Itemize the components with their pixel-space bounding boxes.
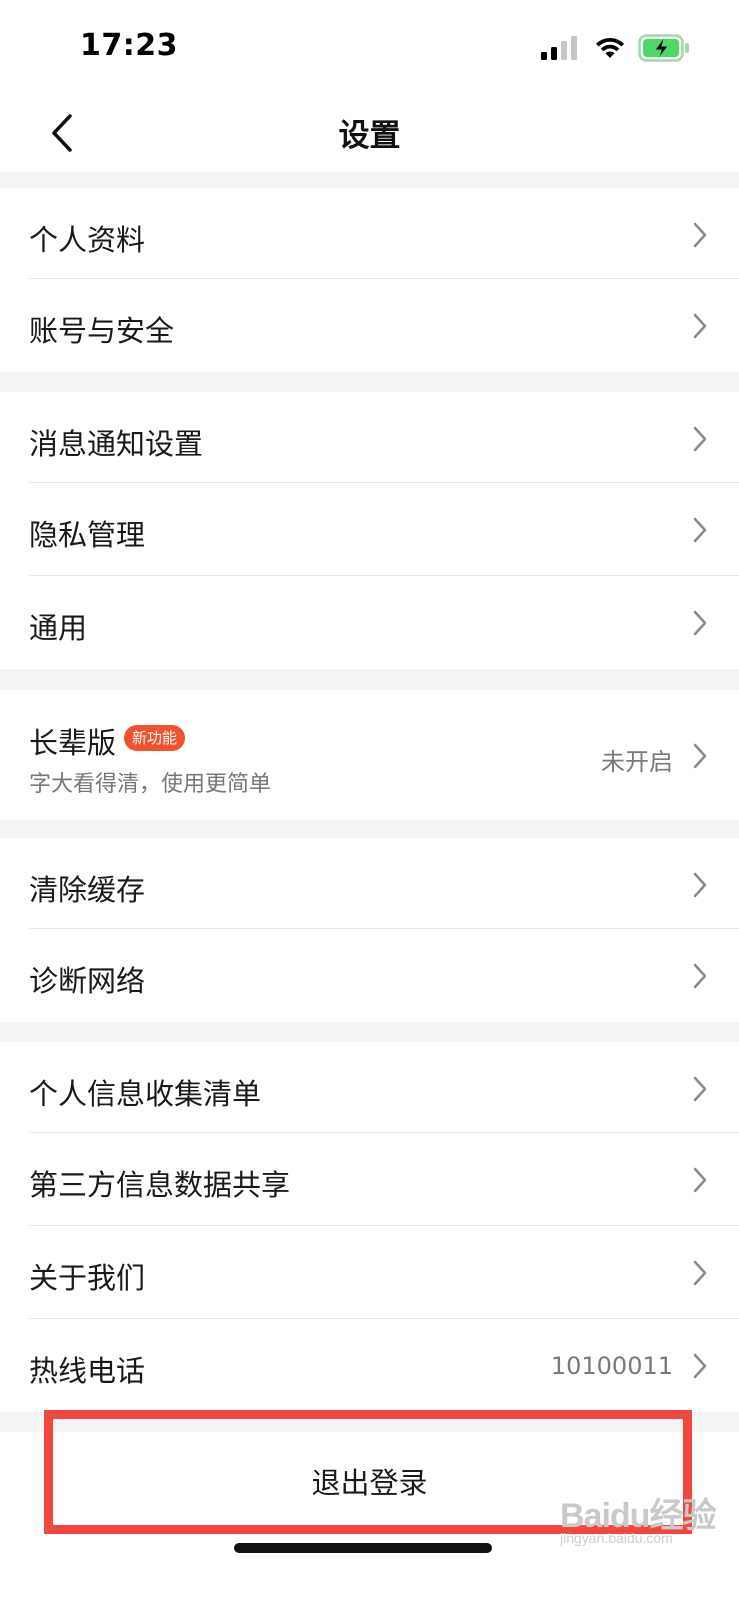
settings-item-elder-mode[interactable]: 长辈版 新功能 字大看得清，使用更简单 未开启 [0, 690, 739, 820]
page-title: 设置 [338, 118, 401, 154]
settings-item-label: 个人资料 [29, 223, 146, 257]
status-time: 17:23 [80, 28, 178, 63]
settings-item-notifications[interactable]: 消息通知设置 [0, 392, 739, 483]
settings-item-network-diagnosis[interactable]: 诊断网络 [0, 929, 739, 1022]
settings-item-label: 长辈版 [29, 726, 117, 760]
elder-mode-status: 未开启 [601, 748, 673, 776]
settings-item-subtitle: 字大看得清，使用更简单 [29, 772, 272, 797]
signal-icon [541, 36, 577, 60]
chevron-right-icon [693, 1167, 707, 1193]
settings-item-label: 消息通知设置 [29, 427, 204, 461]
chevron-right-icon [693, 1353, 707, 1379]
settings-item-account-security[interactable]: 账号与安全 [0, 279, 739, 372]
chevron-right-icon [693, 1260, 707, 1286]
settings-item-label: 清除缓存 [29, 873, 146, 907]
settings-item-general[interactable]: 通用 [0, 576, 739, 669]
settings-item-label: 诊断网络 [29, 964, 146, 998]
chevron-right-icon [693, 610, 707, 636]
chevron-right-icon [693, 743, 707, 769]
settings-item-label: 通用 [29, 611, 88, 645]
settings-item-hotline[interactable]: 热线电话 10100011 [0, 1319, 739, 1412]
chevron-right-icon [693, 872, 707, 898]
wifi-icon [596, 38, 624, 58]
settings-group-account: 个人资料 账号与安全 [0, 188, 739, 372]
settings-item-label: 个人信息收集清单 [29, 1077, 262, 1111]
settings-item-profile[interactable]: 个人资料 [0, 188, 739, 279]
settings-item-label: 第三方信息数据共享 [29, 1168, 291, 1202]
settings-group-tools: 清除缓存 诊断网络 [0, 838, 739, 1022]
chevron-right-icon [693, 517, 707, 543]
hotline-number: 10100011 [550, 1352, 673, 1380]
settings-item-clear-cache[interactable]: 清除缓存 [0, 838, 739, 929]
settings-group-general: 消息通知设置 隐私管理 通用 [0, 392, 739, 669]
nav-bar: 设置 [0, 92, 739, 172]
chevron-right-icon [693, 313, 707, 339]
new-feature-badge: 新功能 [124, 725, 186, 751]
settings-item-info-collection[interactable]: 个人信息收集清单 [0, 1042, 739, 1133]
settings-item-label: 关于我们 [29, 1261, 146, 1295]
home-indicator [234, 1543, 492, 1553]
settings-item-about-us[interactable]: 关于我们 [0, 1226, 739, 1319]
settings-item-label: 热线电话 [29, 1354, 146, 1388]
settings-group-elder: 长辈版 新功能 字大看得清，使用更简单 未开启 [0, 690, 739, 820]
settings-item-label: 账号与安全 [29, 314, 175, 348]
chevron-right-icon [693, 222, 707, 248]
battery-charging-icon [638, 34, 689, 62]
chevron-right-icon [693, 426, 707, 452]
chevron-right-icon [693, 1076, 707, 1102]
watermark-url: jingyan.baidu.com [560, 1530, 673, 1546]
settings-item-third-party-sharing[interactable]: 第三方信息数据共享 [0, 1133, 739, 1226]
status-bar: 17:23 [0, 0, 739, 92]
chevron-right-icon [693, 963, 707, 989]
settings-item-label: 隐私管理 [29, 518, 146, 552]
settings-group-info: 个人信息收集清单 第三方信息数据共享 关于我们 热线电话 10100011 [0, 1042, 739, 1412]
settings-item-privacy[interactable]: 隐私管理 [0, 483, 739, 576]
